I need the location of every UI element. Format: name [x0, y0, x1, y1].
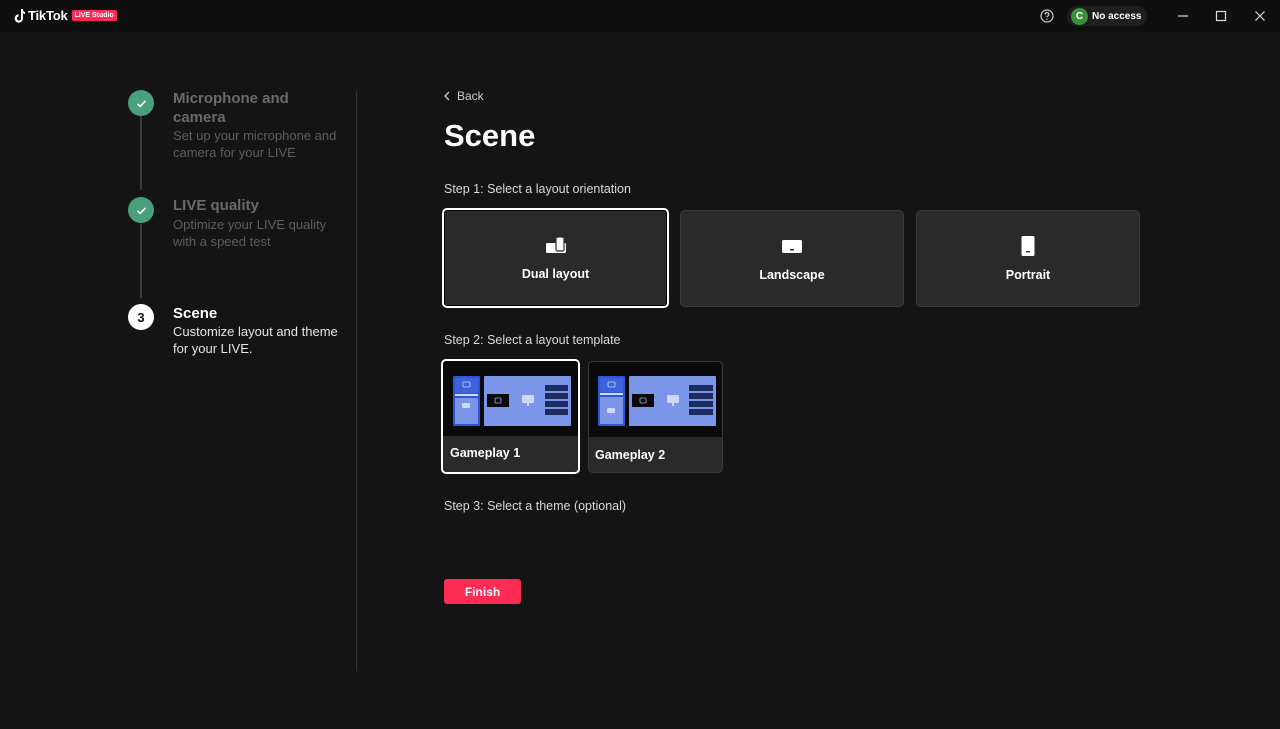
- check-icon: [136, 99, 146, 108]
- back-button[interactable]: Back: [443, 89, 484, 103]
- step-title: Scene: [173, 305, 218, 322]
- title-bar: TikTok LIVE Studio C No access: [0, 0, 1280, 32]
- check-icon: [136, 206, 146, 215]
- step-description: Set up your microphone and camera for yo…: [173, 128, 337, 160]
- step-connector: [140, 115, 142, 190]
- live-studio-badge: LIVE Studio: [71, 10, 117, 21]
- avatar: C: [1071, 7, 1088, 25]
- app-name: TikTok: [28, 8, 68, 23]
- step-description: Optimize your LIVE quality with a speed …: [173, 217, 327, 249]
- orientation-label: Landscape: [759, 267, 825, 282]
- help-icon[interactable]: [1040, 9, 1054, 23]
- template-gameplay-2[interactable]: Gameplay 2: [588, 361, 723, 473]
- orientation-label: Dual layout: [521, 267, 590, 281]
- panel-divider: [356, 91, 357, 671]
- step-connector: [140, 224, 142, 298]
- minimize-icon: [1178, 15, 1188, 17]
- page-title: Scene: [444, 118, 536, 153]
- step2-label: Step 2: Select a layout template: [444, 333, 621, 347]
- step-title: Microphone and camera: [173, 90, 289, 126]
- template-preview: [443, 361, 578, 436]
- finish-button[interactable]: Finish: [444, 579, 521, 604]
- step1-label: Step 1: Select a layout orientation: [444, 182, 631, 196]
- maximize-icon: [1215, 10, 1227, 22]
- template-gameplay-1[interactable]: Gameplay 1: [441, 359, 580, 474]
- dual-layout-icon: [545, 236, 566, 253]
- step-title: LIVE quality: [173, 197, 259, 214]
- step-complete-badge: [128, 90, 154, 116]
- orientation-landscape[interactable]: Landscape: [680, 210, 904, 307]
- orientation-portrait[interactable]: Portrait: [916, 210, 1140, 307]
- app-logo: TikTok LIVE Studio: [13, 8, 117, 23]
- template-label: Gameplay 2: [595, 448, 666, 462]
- chevron-left-icon: [444, 91, 450, 101]
- account-button[interactable]: C No access: [1067, 6, 1147, 26]
- template-label: Gameplay 1: [450, 446, 521, 460]
- account-status: No access: [1092, 10, 1142, 22]
- gameplay-2-preview-image: [598, 376, 716, 426]
- landscape-icon: [782, 239, 802, 253]
- close-button[interactable]: [1250, 6, 1270, 26]
- step-complete-badge: [128, 197, 154, 223]
- step-number-badge: 3: [128, 304, 154, 330]
- step-description: Customize layout and theme for your LIVE…: [173, 324, 338, 356]
- tiktok-note-icon: [14, 8, 25, 23]
- portrait-icon: [1021, 235, 1035, 256]
- template-preview: [589, 362, 722, 437]
- gameplay-1-preview-image: [453, 376, 571, 426]
- back-label: Back: [457, 89, 484, 103]
- maximize-button[interactable]: [1211, 6, 1231, 26]
- orientation-dual-layout[interactable]: Dual layout: [442, 208, 669, 308]
- step3-label: Step 3: Select a theme (optional): [444, 499, 627, 513]
- orientation-label: Portrait: [1005, 267, 1051, 282]
- close-icon: [1255, 11, 1265, 21]
- minimize-button[interactable]: [1173, 6, 1193, 26]
